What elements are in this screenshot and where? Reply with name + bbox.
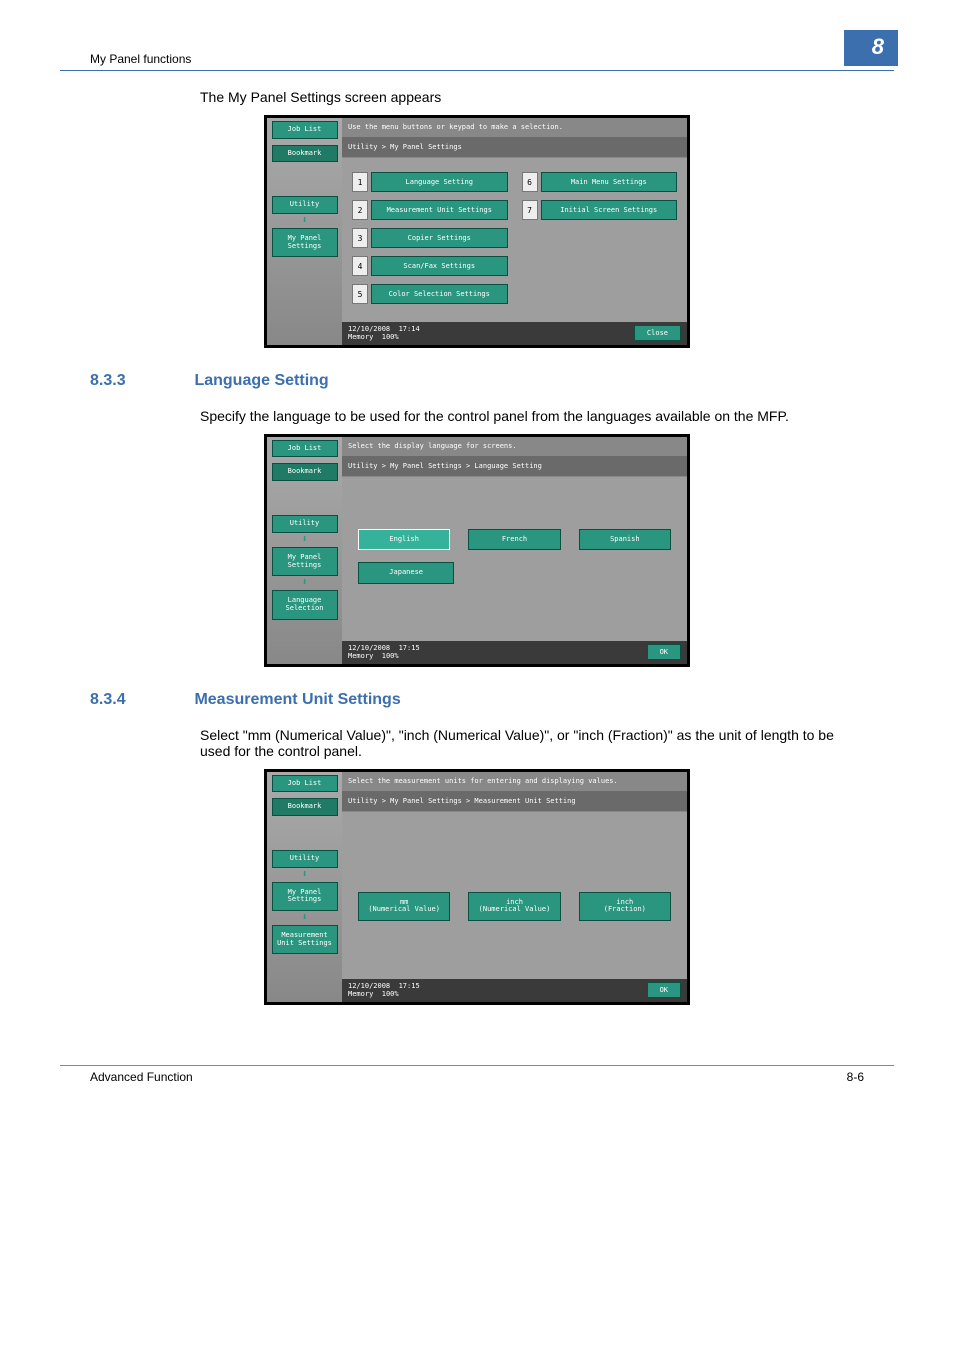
menu-num: 1 <box>352 172 368 192</box>
sidebar-job-list[interactable]: Job List <box>272 775 338 793</box>
menu-num: 6 <box>522 172 538 192</box>
section-number: 8.3.3 <box>90 372 190 390</box>
section-title-language-setting: Language Setting <box>194 372 328 389</box>
footer-page-number: 8-6 <box>847 1070 864 1084</box>
close-button[interactable]: Close <box>634 325 681 341</box>
section-desc: Specify the language to be used for the … <box>200 408 864 424</box>
menu-color-selection-settings[interactable]: Color Selection Settings <box>371 284 508 304</box>
menu-initial-screen-settings[interactable]: Initial Screen Settings <box>541 200 678 220</box>
chapter-number: 8 <box>844 30 898 66</box>
instruction-text: Select the display language for screens. <box>342 437 687 455</box>
option-spanish[interactable]: Spanish <box>579 529 671 551</box>
menu-num: 5 <box>352 284 368 304</box>
instruction-text: Select the measurement units for enterin… <box>342 772 687 790</box>
chevron-down-icon: ⬇ <box>301 870 307 880</box>
option-inch-fraction[interactable]: inch (Fraction) <box>579 892 671 921</box>
option-english[interactable]: English <box>358 529 450 551</box>
menu-copier-settings[interactable]: Copier Settings <box>371 228 508 248</box>
ok-button[interactable]: OK <box>647 644 681 660</box>
menu-measurement-unit-settings[interactable]: Measurement Unit Settings <box>371 200 508 220</box>
menu-num: 4 <box>352 256 368 276</box>
menu-num: 3 <box>352 228 368 248</box>
sidebar-job-list[interactable]: Job List <box>272 440 338 458</box>
ok-button[interactable]: OK <box>647 982 681 998</box>
option-inch-numerical[interactable]: inch (Numerical Value) <box>468 892 560 921</box>
sidebar-utility[interactable]: Utility <box>272 515 338 533</box>
menu-scan-fax-settings[interactable]: Scan/Fax Settings <box>371 256 508 276</box>
running-head: My Panel functions <box>60 52 191 66</box>
sidebar-job-list[interactable]: Job List <box>272 121 338 139</box>
sidebar-my-panel-settings[interactable]: My Panel Settings <box>272 547 338 576</box>
breadcrumb: Utility > My Panel Settings > Measuremen… <box>342 790 687 812</box>
intro-text: The My Panel Settings screen appears <box>200 89 864 105</box>
instruction-text: Use the menu buttons or keypad to make a… <box>342 118 687 136</box>
breadcrumb: Utility > My Panel Settings > Language S… <box>342 455 687 477</box>
breadcrumb: Utility > My Panel Settings <box>342 136 687 158</box>
status-meta: 12/10/2008 17:15 Memory 100% <box>348 644 420 661</box>
chevron-down-icon: ⬇ <box>301 913 307 923</box>
menu-num: 7 <box>522 200 538 220</box>
sidebar-bookmark[interactable]: Bookmark <box>272 463 338 481</box>
status-meta: 12/10/2008 17:15 Memory 100% <box>348 982 420 999</box>
section-number: 8.3.4 <box>90 691 190 709</box>
menu-num: 2 <box>352 200 368 220</box>
option-japanese[interactable]: Japanese <box>358 562 454 584</box>
option-mm-numerical[interactable]: mm (Numerical Value) <box>358 892 450 921</box>
measurement-unit-settings-screenshot: Job List Bookmark Utility ⬇ My Panel Set… <box>264 769 690 1005</box>
sidebar-utility[interactable]: Utility <box>272 850 338 868</box>
menu-language-setting[interactable]: Language Setting <box>371 172 508 192</box>
footer-left: Advanced Function <box>90 1070 193 1084</box>
sidebar-language-selection[interactable]: Language Selection <box>272 590 338 619</box>
sidebar-my-panel-settings[interactable]: My Panel Settings <box>272 882 338 911</box>
my-panel-settings-screenshot: Job List Bookmark Utility ⬇ My Panel Set… <box>264 115 690 348</box>
sidebar-bookmark[interactable]: Bookmark <box>272 798 338 816</box>
sidebar-utility[interactable]: Utility <box>272 196 338 214</box>
sidebar-my-panel-settings[interactable]: My Panel Settings <box>272 228 338 257</box>
status-meta: 12/10/2008 17:14 Memory 100% <box>348 325 420 342</box>
language-setting-screenshot: Job List Bookmark Utility ⬇ My Panel Set… <box>264 434 690 667</box>
chevron-down-icon: ⬇ <box>301 216 307 226</box>
section-title-measurement-unit-settings: Measurement Unit Settings <box>194 691 400 708</box>
sidebar-bookmark[interactable]: Bookmark <box>272 145 338 163</box>
menu-main-menu-settings[interactable]: Main Menu Settings <box>541 172 678 192</box>
option-french[interactable]: French <box>468 529 560 551</box>
section-desc: Select "mm (Numerical Value)", "inch (Nu… <box>200 727 864 759</box>
sidebar-measurement-unit-settings[interactable]: Measurement Unit Settings <box>272 925 338 954</box>
chevron-down-icon: ⬇ <box>301 578 307 588</box>
chevron-down-icon: ⬇ <box>301 535 307 545</box>
